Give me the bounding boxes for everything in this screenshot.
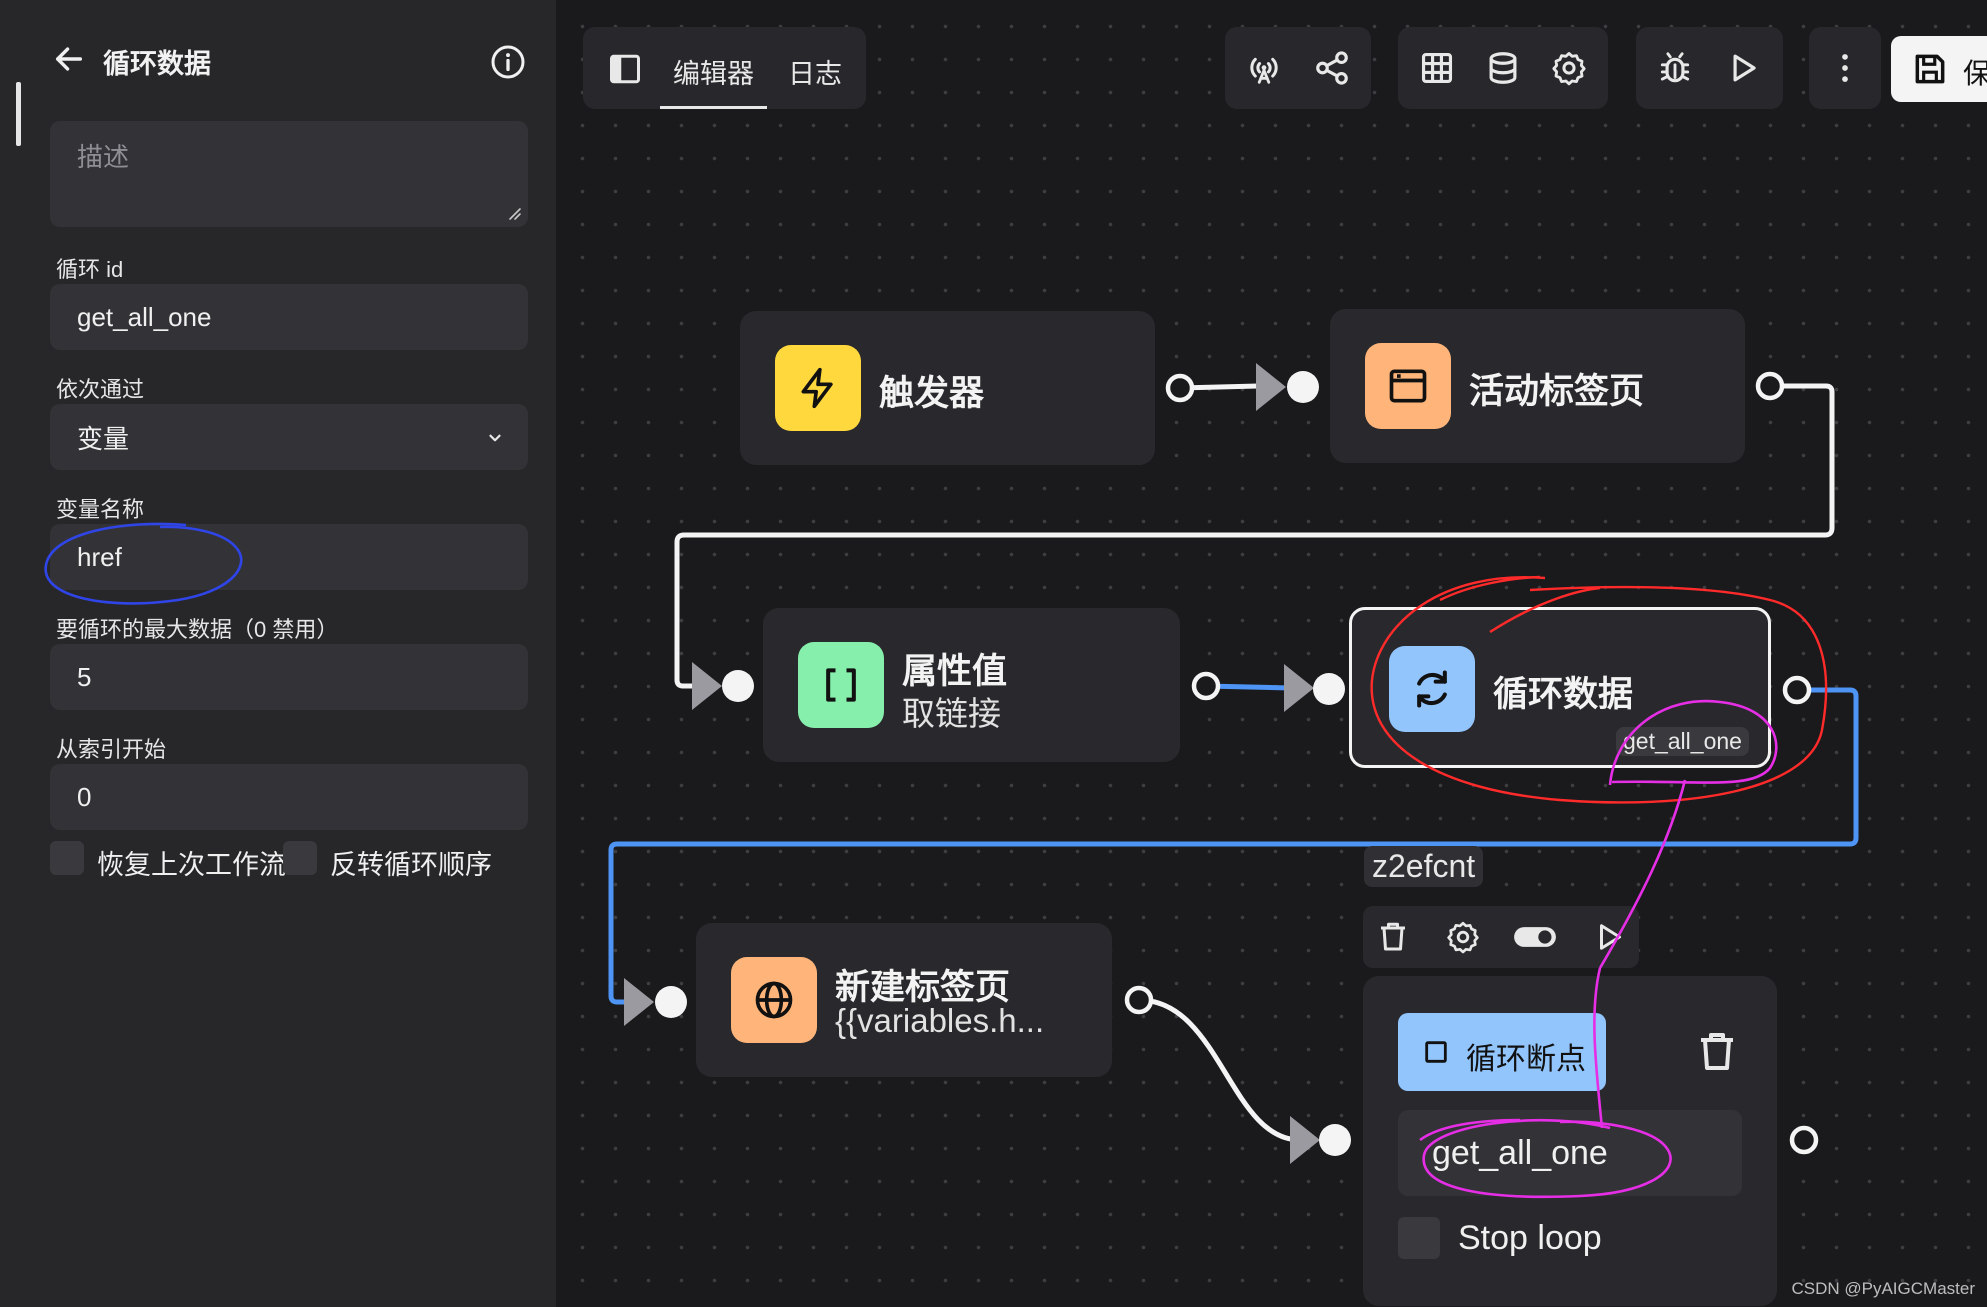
watermark: CSDN @PyAIGCMaster [1791, 1279, 1975, 1298]
annotation-magenta-circles [1419, 699, 1778, 1199]
annotation-layer [44, 522, 1828, 1199]
annotation-red-circle [1370, 575, 1828, 804]
annotation-blue-circle [44, 522, 243, 605]
